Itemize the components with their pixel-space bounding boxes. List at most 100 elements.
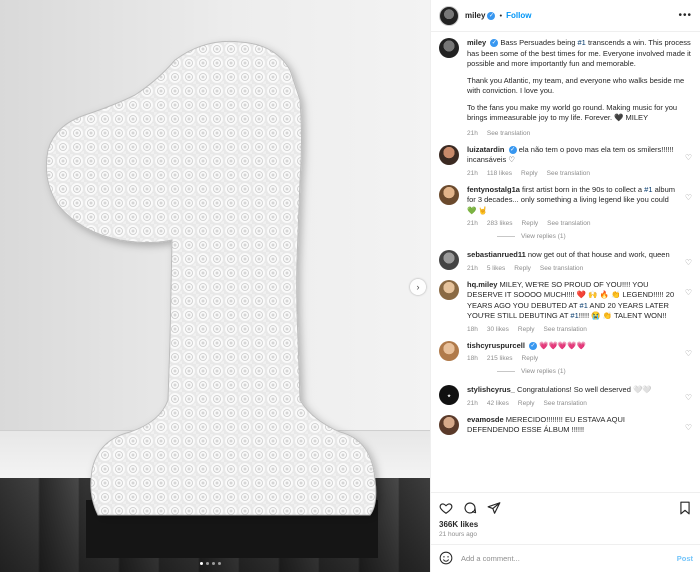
bookmark-icon[interactable] [678, 501, 692, 515]
timestamp: 18h [467, 355, 478, 362]
see-translation-link[interactable]: See translation [547, 220, 590, 227]
comment-text: now get out of that house and work, quee… [527, 250, 670, 259]
view-replies-label: View replies (1) [521, 233, 566, 240]
timestamp: 21h [467, 264, 478, 272]
see-translation-link[interactable]: See translation [547, 170, 590, 177]
heart-icon[interactable]: ♡ [685, 415, 692, 432]
like-count[interactable]: 283 likes [487, 220, 513, 227]
header-username[interactable]: miley [465, 11, 485, 20]
reply-button[interactable]: Reply [514, 265, 531, 272]
comment-username[interactable]: stylishcyrus_ [467, 385, 515, 394]
more-icon[interactable]: ••• [678, 10, 692, 21]
hashtag-link[interactable]: #1 [580, 301, 588, 310]
comment-icon[interactable] [463, 501, 477, 515]
comment: hq.miley MILEY, WE'RE SO PROUD OF YOU!!!… [439, 279, 692, 333]
avatar[interactable] [439, 184, 459, 205]
carousel-dot [212, 562, 215, 565]
heart-icon[interactable]: ♡ [685, 385, 692, 402]
see-translation-link[interactable]: See translation [540, 265, 583, 272]
see-translation-link[interactable]: See translation [544, 400, 587, 407]
verified-icon: ✓ [508, 145, 517, 154]
reply-button[interactable]: Reply [521, 170, 538, 177]
comment-username[interactable]: evamosde [467, 415, 504, 424]
carousel-dot [218, 562, 221, 565]
hashtag-link[interactable]: #1 [578, 38, 586, 47]
heart-icon[interactable]: ♡ [685, 341, 692, 358]
comment-input[interactable]: Add a comment... [461, 554, 669, 563]
likes-count[interactable]: 366K likes [439, 520, 692, 529]
caption-paragraph: To the fans you make my world go round. … [467, 102, 678, 123]
comment-username[interactable]: sebastianrued11 [467, 250, 526, 259]
avatar[interactable] [439, 38, 459, 58]
like-count[interactable]: 42 likes [487, 400, 509, 407]
timestamp: 21h [467, 220, 478, 227]
heart-icon[interactable]: ♡ [685, 145, 692, 162]
view-replies-button[interactable]: View replies (1) [497, 368, 692, 375]
post-button[interactable]: Post [677, 554, 693, 563]
hashtag-link[interactable]: #1 [644, 185, 652, 194]
comment: sebastianrued11 now get out of that hous… [439, 250, 692, 272]
avatar[interactable] [439, 144, 459, 165]
caption-username[interactable]: miley [467, 38, 486, 47]
post-side-panel: miley ✓ • Follow ••• miley ✓ Bass Persua… [430, 0, 700, 572]
like-count[interactable]: 215 likes [487, 355, 513, 362]
comment-username[interactable]: tishcyruspurcell [467, 341, 525, 350]
see-translation-link[interactable]: See translation [544, 326, 587, 333]
avatar[interactable]: ★ [439, 385, 459, 405]
avatar[interactable] [439, 279, 459, 300]
rose-number-one [45, 40, 377, 516]
reply-button[interactable]: Reply [522, 220, 539, 227]
avatar[interactable] [439, 5, 459, 26]
see-translation-link[interactable]: See translation [487, 130, 530, 137]
timestamp: 21h [467, 399, 478, 407]
heart-icon[interactable]: ♡ [685, 185, 692, 202]
post-time-ago: 21 hours ago [439, 531, 477, 538]
comment-text: first artist born in the 90s to collect … [522, 184, 645, 194]
chevron-right-icon: › [416, 282, 420, 292]
post-image[interactable]: › [0, 0, 430, 572]
comment-username[interactable]: luizatardin [467, 145, 505, 154]
caption-text-part: Bass Persuades being [500, 38, 578, 47]
reply-button[interactable]: Reply [522, 355, 539, 362]
comment: luizatardin ✓ ela não tem o povo mas ela… [439, 144, 692, 177]
like-count[interactable]: 30 likes [487, 326, 509, 333]
comment-username[interactable]: fentynostalg1a [467, 185, 520, 194]
avatar[interactable] [439, 414, 459, 435]
emoji-icon[interactable] [439, 551, 453, 567]
heart-icon[interactable]: ♡ [685, 250, 692, 267]
verified-icon: ✓ [529, 341, 538, 350]
post-caption: miley ✓ Bass Persuades being #1 transcen… [439, 38, 692, 137]
heart-icon[interactable] [439, 501, 453, 515]
comment-text: !!!!! 😭 👏 TALENT WON!! [578, 311, 667, 320]
comment-text: Congratulations! So well deserved 🤍🤍 [517, 385, 652, 394]
comment: fentynostalg1a first artist born in the … [439, 184, 692, 227]
like-count[interactable]: 118 likes [487, 170, 512, 177]
comments-feed[interactable]: miley ✓ Bass Persuades being #1 transcen… [431, 32, 700, 492]
carousel-next-button[interactable]: › [410, 279, 426, 295]
reply-button[interactable]: Reply [518, 326, 535, 333]
reply-button[interactable]: Reply [518, 400, 535, 407]
caption-paragraph: Thank you Atlantic, my team, and everyon… [467, 75, 685, 96]
verified-icon: ✓ [490, 39, 499, 48]
comment-username[interactable]: hq.miley [467, 280, 497, 289]
carousel-dots [200, 562, 221, 565]
timestamp: 21h [467, 169, 478, 177]
view-replies-button[interactable]: View replies (1) [497, 233, 692, 240]
like-count[interactable]: 5 likes [487, 265, 505, 272]
comment: tishcyruspurcell ✓ 💗💗💗💗💗 18h 215 likes R… [439, 340, 692, 362]
avatar[interactable] [439, 250, 459, 270]
separator: • [499, 11, 503, 20]
carousel-dot [200, 562, 203, 565]
heart-icon[interactable]: ♡ [685, 280, 692, 297]
hashtag-link[interactable]: #1 [570, 311, 578, 320]
avatar[interactable] [439, 340, 459, 361]
follow-button[interactable]: Follow [506, 11, 531, 20]
share-icon[interactable] [487, 501, 501, 515]
replies-line [497, 236, 515, 237]
caption-text: miley ✓ Bass Persuades being #1 transcen… [467, 38, 692, 124]
add-comment-bar: Add a comment... Post [431, 544, 700, 572]
carousel-dot [206, 562, 209, 565]
timestamp: 18h [467, 325, 478, 333]
comment: ★ stylishcyrus_ Congratulations! So well… [439, 385, 692, 407]
comment-text: 💗💗💗💗💗 [539, 340, 586, 350]
